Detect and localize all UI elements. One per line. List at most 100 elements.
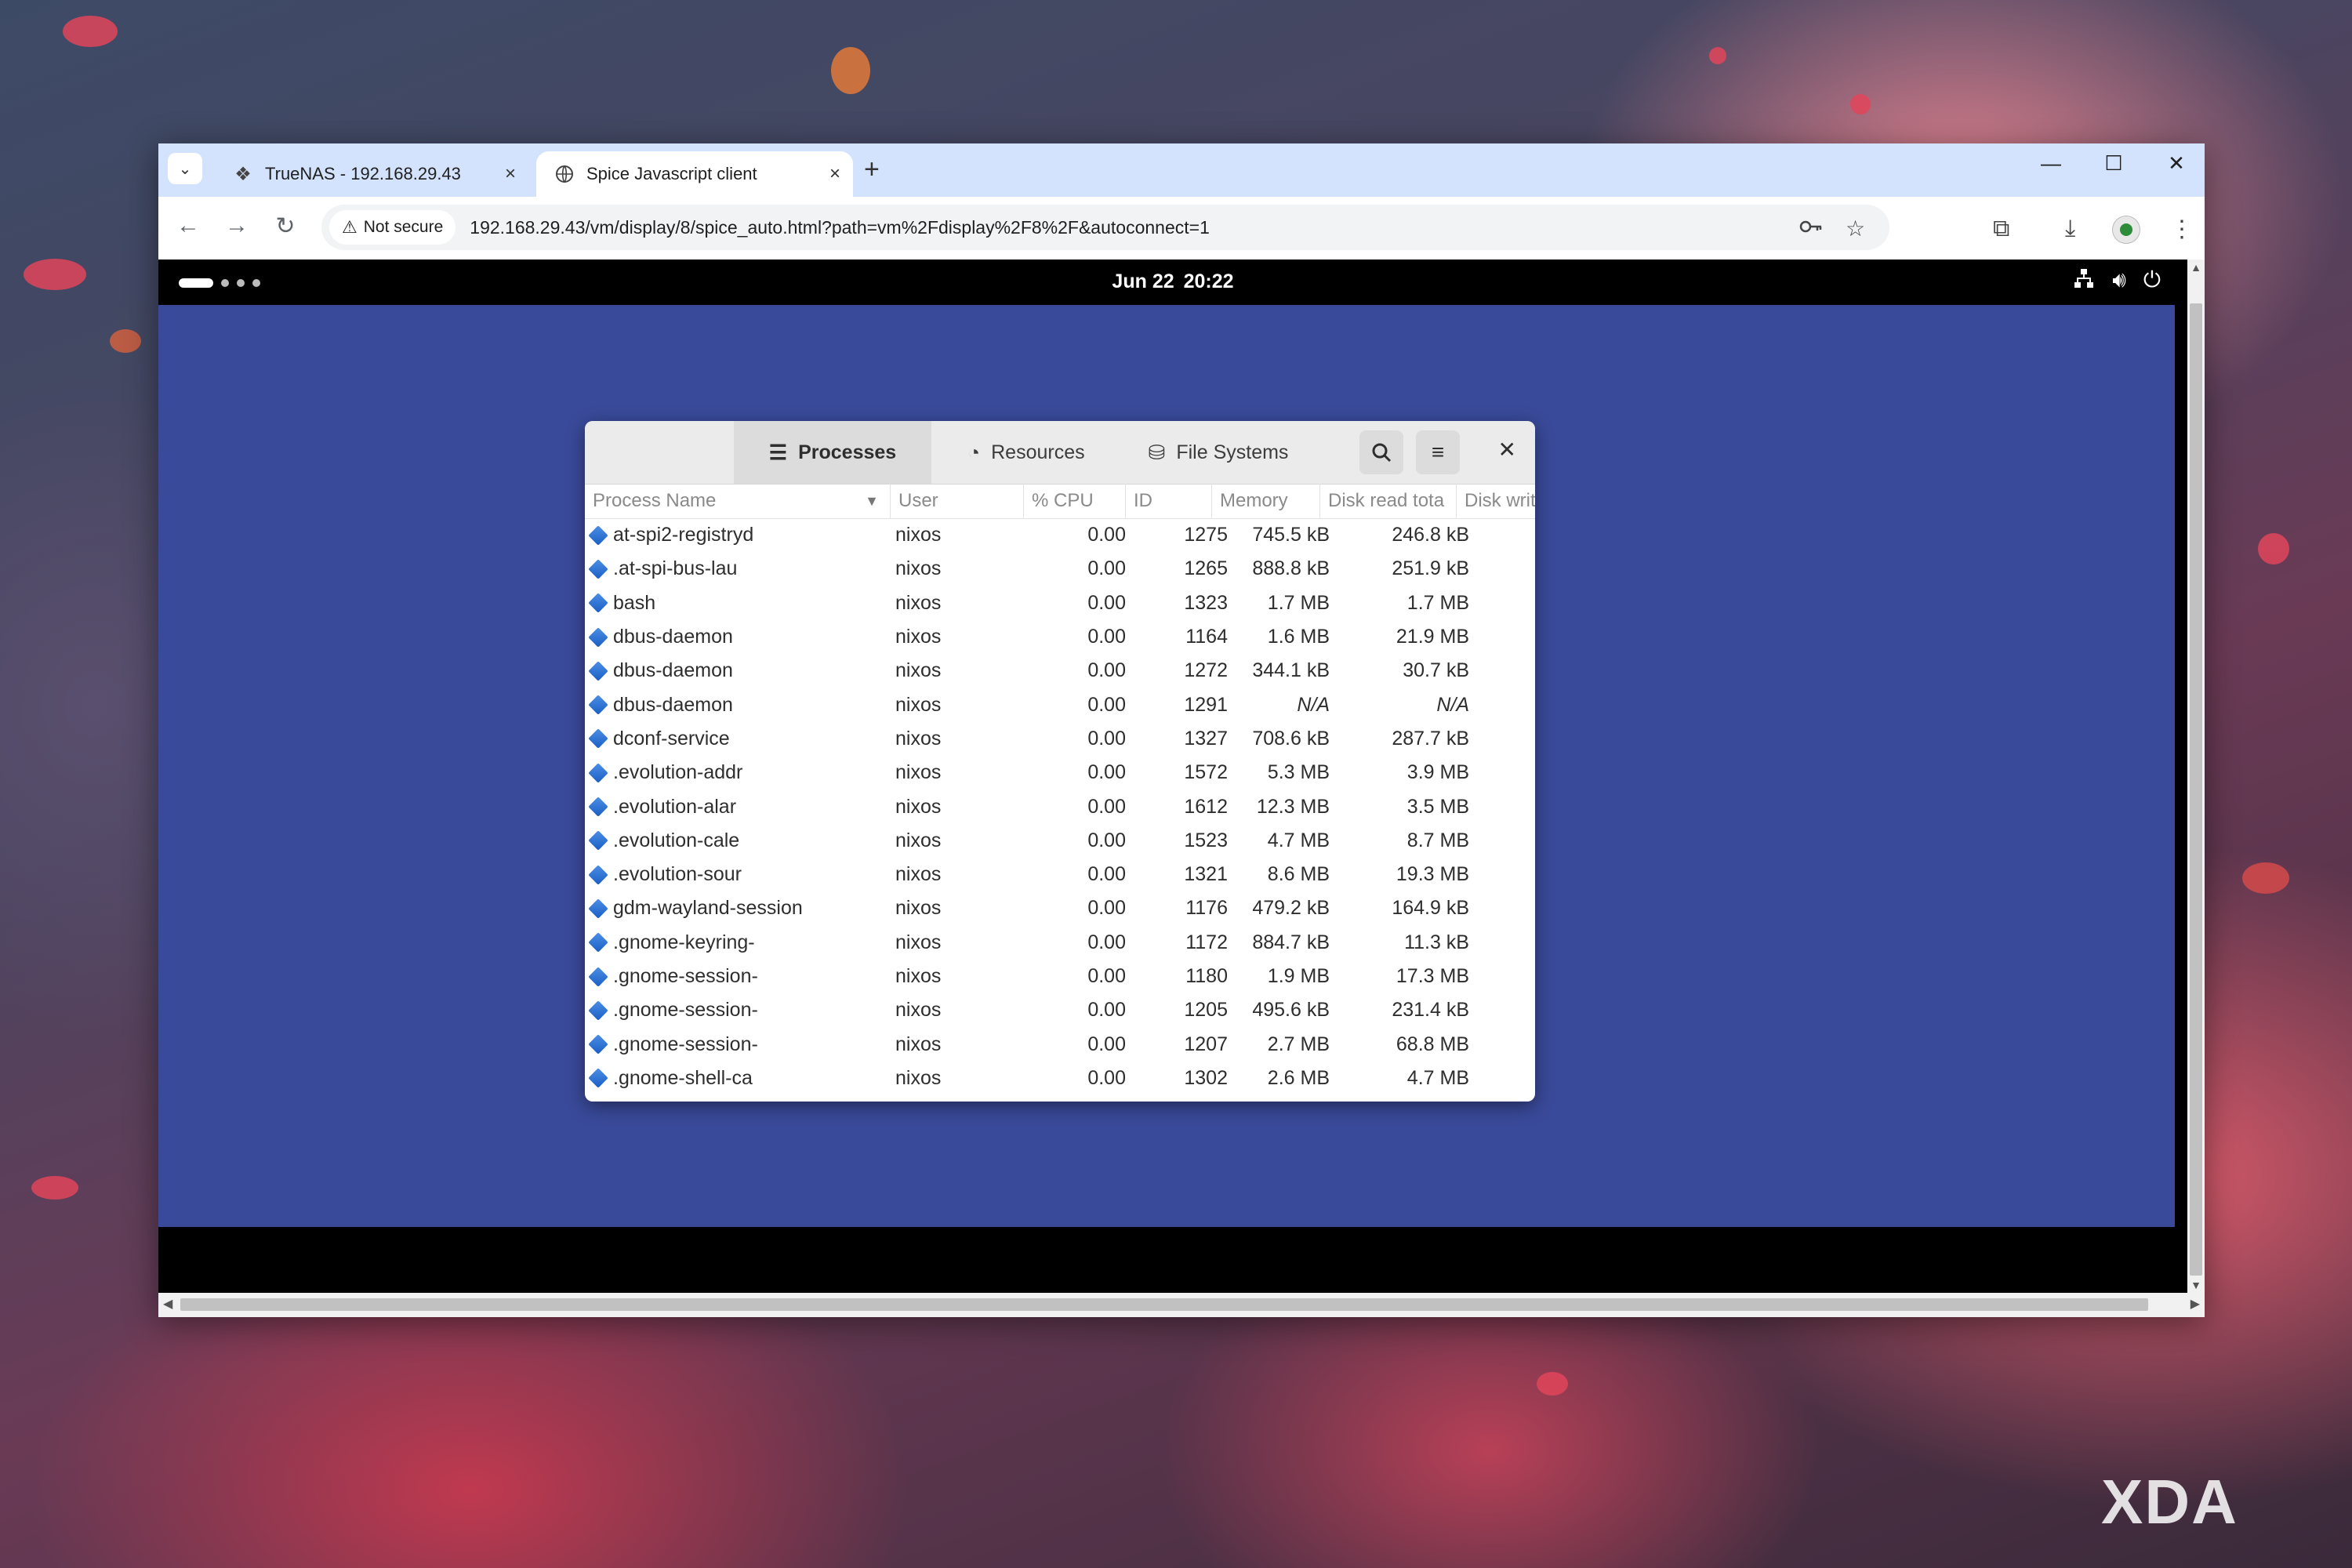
wallpaper-petal: [24, 259, 86, 290]
scroll-right-icon[interactable]: ▶: [2190, 1296, 2200, 1312]
forward-arrow-icon[interactable]: →: [221, 212, 252, 239]
search-icon: [1372, 443, 1392, 463]
new-tab-button[interactable]: +: [864, 154, 880, 185]
process-row[interactable]: .gnome-keyring-nixos 0.00 1172 884.7 kB 11.3…: [585, 926, 1535, 960]
vm-display[interactable]: Jun 22 20:22 🔊︎ ⏻ ☰ Processes ◔ Resource…: [158, 260, 2205, 1293]
close-icon[interactable]: ✕: [1498, 437, 1516, 463]
system-tray[interactable]: 🔊︎ ⏻: [2073, 267, 2161, 295]
wallpaper-petal: [831, 47, 870, 94]
tab-file-systems[interactable]: ⛁ File Systems: [1121, 421, 1316, 484]
process-user: nixos: [895, 659, 942, 682]
maximize-button[interactable]: ☐: [2090, 151, 2137, 176]
tab-processes[interactable]: ☰ Processes: [734, 421, 931, 484]
process-user: nixos: [895, 626, 942, 648]
tab-strip: ⌄ ❖ TrueNAS - 192.168.29.43 × Spice Java…: [158, 143, 2205, 197]
reload-icon[interactable]: ↻: [270, 212, 301, 240]
scrollbar-thumb[interactable]: [180, 1298, 2148, 1311]
process-row[interactable]: dbus-daemon nixos 0.00 1272 344.1 kB 30.7 kB: [585, 654, 1535, 688]
column-header-id[interactable]: ID: [1126, 484, 1212, 518]
process-row[interactable]: .gnome-shell-ca nixos 0.00 1302 2.6 MB 4.7 MB: [585, 1062, 1535, 1095]
tab-resources[interactable]: ◔ Resources: [931, 421, 1121, 484]
back-arrow-icon[interactable]: ←: [172, 212, 204, 239]
process-disk-read: 3.9 MB: [1406, 761, 1469, 784]
process-id: 1612: [1184, 795, 1228, 818]
process-memory: 745.5 kB: [1252, 524, 1330, 546]
process-cpu: 0.00: [1087, 557, 1126, 580]
process-row[interactable]: .evolution-addr nixos 0.00 1572 5.3 MB 3.9 MB: [585, 756, 1535, 789]
column-header-memory[interactable]: Memory: [1212, 484, 1320, 518]
process-disk-read: 11.3 kB: [1404, 931, 1469, 953]
process-row[interactable]: .gnome-session-nixos 0.00 1180 1.9 MB 17.3 M…: [585, 960, 1535, 993]
process-row[interactable]: dbus-daemon nixos 0.00 1291 N/A N/A: [585, 688, 1535, 721]
main-menu-button[interactable]: ≡: [1416, 430, 1460, 474]
tab-spice-client[interactable]: Spice Javascript client ×: [536, 151, 853, 197]
process-memory: 495.6 kB: [1252, 999, 1330, 1022]
tab-label: Resources: [991, 441, 1085, 463]
process-icon: [588, 864, 608, 885]
clock[interactable]: Jun 22 20:22: [158, 270, 2187, 293]
process-name-cell: .gnome-session-: [588, 960, 758, 993]
profile-avatar[interactable]: [2112, 216, 2140, 244]
process-cpu: 0.00: [1087, 659, 1126, 682]
process-cpu: 0.00: [1087, 931, 1126, 953]
close-tab-icon[interactable]: ×: [505, 163, 516, 185]
column-header-cpu[interactable]: % CPU: [1024, 484, 1126, 518]
process-user: nixos: [895, 693, 942, 716]
url-text[interactable]: 192.168.29.43/vm/display/8/spice_auto.ht…: [470, 217, 1210, 238]
process-row[interactable]: .evolution-alar nixos 0.00 1612 12.3 MB 3.5 M…: [585, 789, 1535, 823]
horizontal-scrollbar[interactable]: ◀ ▶: [158, 1293, 2205, 1317]
process-name-cell: .evolution-addr: [588, 756, 742, 789]
scrollbar-thumb[interactable]: [2190, 303, 2202, 1276]
process-row[interactable]: .evolution-cale nixos 0.00 1523 4.7 MB 8.7 MB: [585, 824, 1535, 858]
process-row[interactable]: .gnome-session-nixos 0.00 1207 2.7 MB 68.8 M…: [585, 1027, 1535, 1061]
process-name-cell: .gnome-shell-ca: [588, 1062, 753, 1095]
scroll-down-icon[interactable]: ▼: [2187, 1279, 2205, 1291]
process-name: dconf-service: [613, 727, 730, 750]
wallpaper-petal: [2258, 533, 2289, 564]
close-window-button[interactable]: ✕: [2153, 151, 2200, 176]
process-row[interactable]: .at-spi-bus-lau nixos 0.00 1265 888.8 kB 251.…: [585, 552, 1535, 586]
minimize-button[interactable]: —: [2027, 151, 2074, 176]
process-row[interactable]: dconf-service nixos 0.00 1327 708.6 kB 287.7 …: [585, 722, 1535, 756]
scroll-left-icon[interactable]: ◀: [163, 1296, 172, 1312]
process-name-cell: .evolution-cale: [588, 824, 740, 858]
process-row[interactable]: .evolution-sour nixos 0.00 1321 8.6 MB 19.3 M…: [585, 858, 1535, 891]
kebab-menu-icon[interactable]: ⋮: [2170, 216, 2194, 243]
column-header-disk-write[interactable]: Disk writ: [1457, 484, 1535, 518]
security-label: Not secure: [363, 218, 444, 236]
process-name: .evolution-cale: [613, 829, 740, 851]
process-row[interactable]: .gnome-session-nixos 0.00 1205 495.6 kB 231.…: [585, 993, 1535, 1027]
process-disk-read: 164.9 kB: [1392, 897, 1469, 920]
process-icon: [588, 1000, 608, 1021]
process-icon: [588, 1068, 608, 1089]
security-chip[interactable]: ⚠ Not secure: [329, 210, 456, 245]
process-disk-read: 68.8 MB: [1396, 1033, 1469, 1055]
column-header-process-name[interactable]: Process Name ▼: [585, 484, 891, 518]
vertical-scrollbar[interactable]: ▲ ▼: [2187, 260, 2205, 1293]
process-memory: N/A: [1297, 693, 1330, 716]
address-bar[interactable]: ⚠ Not secure 192.168.29.43/vm/display/8/…: [321, 205, 1889, 250]
search-button[interactable]: [1359, 430, 1403, 474]
process-name-cell: .gnome-session-: [588, 1027, 758, 1061]
tab-truenas[interactable]: ❖ TrueNAS - 192.168.29.43 ×: [215, 151, 528, 197]
process-row[interactable]: gdm-wayland-session nixos 0.00 1176 479.2 kB…: [585, 891, 1535, 925]
process-disk-read: 287.7 kB: [1392, 727, 1469, 750]
scroll-up-icon[interactable]: ▲: [2187, 261, 2205, 274]
column-label: Disk read tota: [1328, 490, 1445, 511]
extensions-icon[interactable]: ⧉: [1993, 216, 2009, 242]
process-id: 1180: [1185, 965, 1228, 987]
column-label: Process Name: [593, 490, 717, 511]
star-icon[interactable]: ☆: [1846, 216, 1865, 241]
process-row[interactable]: dbus-daemon nixos 0.00 1164 1.6 MB 21.9 MB: [585, 620, 1535, 654]
tab-search-button[interactable]: ⌄: [168, 153, 202, 184]
process-row[interactable]: bash nixos 0.00 1323 1.7 MB 1.7 MB: [585, 586, 1535, 620]
close-tab-icon[interactable]: ×: [829, 163, 840, 185]
process-memory: 5.3 MB: [1267, 761, 1330, 784]
column-header-disk-read[interactable]: Disk read tota: [1320, 484, 1457, 518]
process-disk-read: 246.8 kB: [1392, 524, 1469, 546]
process-row[interactable]: at-spi2-registryd nixos 0.00 1275 745.5 kB 24…: [585, 518, 1535, 552]
download-icon[interactable]: ⤓: [2065, 216, 2075, 242]
key-icon[interactable]: [1798, 216, 1824, 243]
column-header-user[interactable]: User: [891, 484, 1024, 518]
truenas-icon: ❖: [234, 163, 252, 185]
